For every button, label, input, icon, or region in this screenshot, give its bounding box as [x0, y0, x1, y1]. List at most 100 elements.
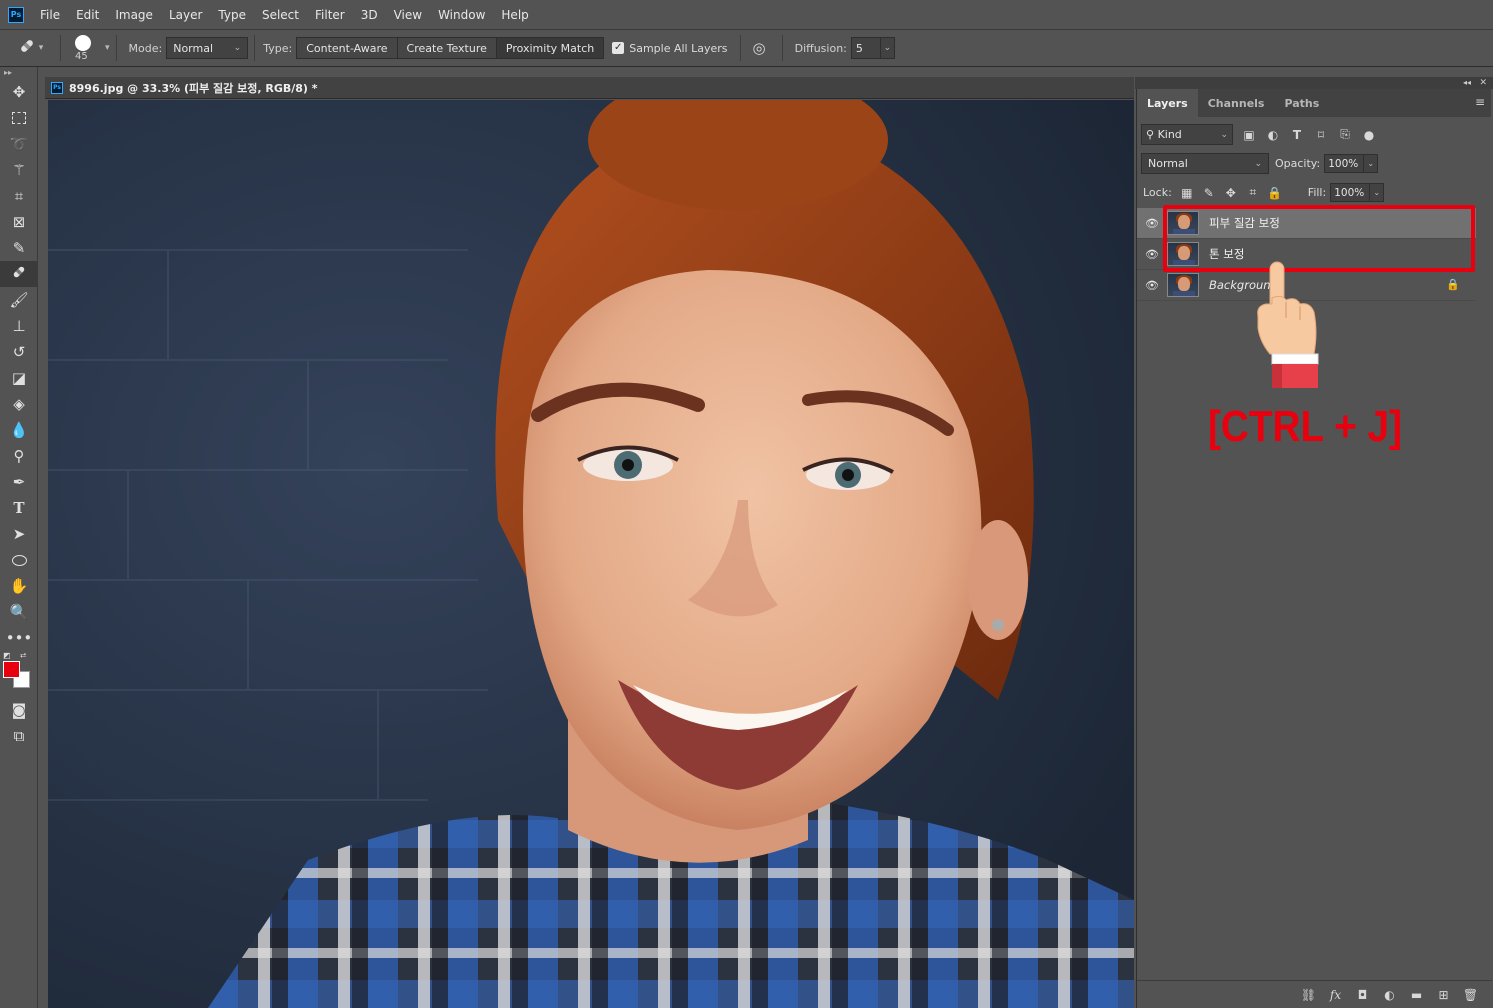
- ellipse-tool[interactable]: [0, 547, 38, 573]
- filter-type-icon[interactable]: T: [1285, 126, 1309, 144]
- default-colors-icon[interactable]: ◩: [3, 651, 11, 660]
- menu-3d[interactable]: 3D: [353, 0, 386, 30]
- fill-input[interactable]: 100%: [1330, 183, 1371, 202]
- tab-paths[interactable]: Paths: [1274, 89, 1329, 117]
- screen-mode-icon: ⧉: [13, 727, 25, 745]
- tab-layers[interactable]: Layers: [1137, 89, 1198, 117]
- blur-tool[interactable]: 💧: [0, 417, 38, 443]
- search-icon: ⚲: [1146, 128, 1155, 141]
- opacity-dropdown[interactable]: ⌄: [1364, 154, 1379, 173]
- crop-tool[interactable]: ⌗: [0, 183, 38, 209]
- type-segmented-control: Content-Aware Create Texture Proximity M…: [296, 37, 605, 59]
- lock-image-pixels-icon[interactable]: ✎: [1198, 186, 1220, 200]
- pressure-size-icon[interactable]: ◎: [753, 39, 766, 57]
- filter-shape-icon[interactable]: ⌑: [1309, 126, 1333, 144]
- dodge-icon: ⚲: [13, 447, 25, 465]
- filter-pixel-icon[interactable]: ▣: [1237, 126, 1261, 144]
- filter-smart-object-icon[interactable]: ⎘: [1333, 126, 1357, 144]
- fill-dropdown[interactable]: ⌄: [1370, 183, 1385, 202]
- history-brush-tool[interactable]: ↺: [0, 339, 38, 365]
- collapse-toolbar-icon[interactable]: ▸▸: [0, 67, 37, 79]
- marquee-tool[interactable]: [0, 105, 38, 131]
- chevron-down-icon: ▾: [38, 43, 44, 53]
- brush-tool[interactable]: 🖌: [0, 287, 38, 313]
- type-tool[interactable]: T: [0, 495, 38, 521]
- more-tools[interactable]: •••: [0, 625, 38, 651]
- chevron-down-icon: ⌄: [233, 43, 242, 53]
- lasso-tool[interactable]: ➰: [0, 131, 38, 157]
- diffusion-dropdown[interactable]: ⌄: [880, 37, 895, 59]
- dodge-tool[interactable]: ⚲: [0, 443, 38, 469]
- lock-all-icon[interactable]: 🔒: [1264, 186, 1286, 200]
- menu-select[interactable]: Select: [254, 0, 307, 30]
- hand-tool[interactable]: ✋: [0, 573, 38, 599]
- filter-adjustment-icon[interactable]: ◐: [1261, 126, 1285, 144]
- document-tab[interactable]: Ps 8996.jpg @ 33.3% (피부 질감 보정, RGB/8) *: [45, 77, 1134, 99]
- menu-view[interactable]: View: [386, 0, 430, 30]
- type-content-aware[interactable]: Content-Aware: [297, 38, 398, 58]
- collapse-panels-icon[interactable]: ◂◂: [1463, 78, 1471, 87]
- clone-stamp-tool[interactable]: ⊥: [0, 313, 38, 339]
- opacity-input[interactable]: 100%: [1324, 154, 1365, 173]
- menu-layer[interactable]: Layer: [161, 0, 210, 30]
- magic-wand-tool[interactable]: ⚚: [0, 157, 38, 183]
- move-icon: ✥: [12, 83, 26, 101]
- screen-mode-button[interactable]: ⧉: [0, 723, 38, 749]
- menu-window[interactable]: Window: [430, 0, 493, 30]
- adjustment-layer-icon[interactable]: ◐: [1376, 988, 1403, 1002]
- healing-brush-icon: [17, 36, 37, 60]
- menu-image[interactable]: Image: [107, 0, 161, 30]
- eyedropper-tool[interactable]: ✎: [0, 235, 38, 261]
- pen-tool[interactable]: ✒: [0, 469, 38, 495]
- magic-wand-icon: ⚚: [12, 161, 26, 179]
- type-label: Type:: [263, 41, 293, 55]
- pen-icon: ✒: [12, 473, 26, 491]
- tool-preset-picker[interactable]: ▾: [6, 33, 54, 63]
- swap-colors-icon[interactable]: ⮂: [20, 651, 26, 661]
- lock-position-icon[interactable]: ✥: [1220, 186, 1242, 200]
- lock-artboard-icon[interactable]: ⌗: [1242, 185, 1264, 200]
- add-mask-icon[interactable]: ◘: [1349, 988, 1376, 1002]
- close-icon[interactable]: ✕: [1479, 77, 1487, 89]
- foreground-color-swatch[interactable]: [3, 661, 20, 678]
- trash-icon[interactable]: 🗑: [1457, 988, 1484, 1002]
- mode-select[interactable]: Normal ⌄: [166, 37, 249, 59]
- paint-bucket-tool[interactable]: ◈: [0, 391, 38, 417]
- menu-type[interactable]: Type: [210, 0, 254, 30]
- layer-style-fx-icon[interactable]: fx: [1322, 988, 1349, 1002]
- link-layers-icon[interactable]: ⛓: [1295, 988, 1322, 1002]
- panel-collapse-bar[interactable]: ◂◂ ✕: [1135, 77, 1493, 89]
- blend-mode-select[interactable]: Normal ⌄: [1141, 153, 1269, 174]
- move-tool[interactable]: ✥: [0, 79, 38, 105]
- type-proximity-match[interactable]: Proximity Match: [496, 38, 604, 58]
- lock-transparent-pixels-icon[interactable]: ▦: [1176, 186, 1198, 200]
- layer-filter-kind-select[interactable]: ⚲ Kind ⌄: [1141, 124, 1233, 145]
- panel-menu-icon[interactable]: ≡: [1475, 95, 1485, 109]
- eraser-tool[interactable]: ◪: [0, 365, 38, 391]
- separator: [115, 35, 117, 61]
- separator: [60, 35, 61, 61]
- frame-icon: ⊠: [12, 213, 26, 231]
- chevron-down-icon[interactable]: ▾: [105, 43, 110, 53]
- frame-tool[interactable]: ⊠: [0, 209, 38, 235]
- blur-drop-icon: 💧: [9, 421, 29, 439]
- filter-toggle-icon[interactable]: ●: [1357, 126, 1381, 144]
- brush-picker[interactable]: 45: [69, 31, 103, 65]
- healing-brush-tool[interactable]: [0, 261, 38, 287]
- menu-help[interactable]: Help: [493, 0, 536, 30]
- new-layer-icon[interactable]: ⊞: [1430, 988, 1457, 1002]
- path-selection-tool[interactable]: ➤: [0, 521, 38, 547]
- type-create-texture[interactable]: Create Texture: [397, 38, 497, 58]
- sample-all-layers-checkbox[interactable]: ✓: [612, 42, 625, 54]
- tab-channels[interactable]: Channels: [1198, 89, 1275, 117]
- eye-icon[interactable]: 👁: [1137, 279, 1167, 292]
- document-canvas[interactable]: [48, 100, 1134, 1008]
- zoom-tool[interactable]: 🔍: [0, 599, 38, 625]
- diffusion-input[interactable]: 5: [850, 37, 881, 59]
- menu-edit[interactable]: Edit: [68, 0, 107, 30]
- lock-row: Lock: ▦ ✎ ✥ ⌗ 🔒 Fill: 100% ⌄: [1137, 178, 1491, 207]
- menu-filter[interactable]: Filter: [307, 0, 353, 30]
- menu-file[interactable]: File: [36, 0, 68, 30]
- quick-mask-button[interactable]: ◙: [0, 697, 38, 723]
- new-group-icon[interactable]: ▬: [1403, 988, 1430, 1002]
